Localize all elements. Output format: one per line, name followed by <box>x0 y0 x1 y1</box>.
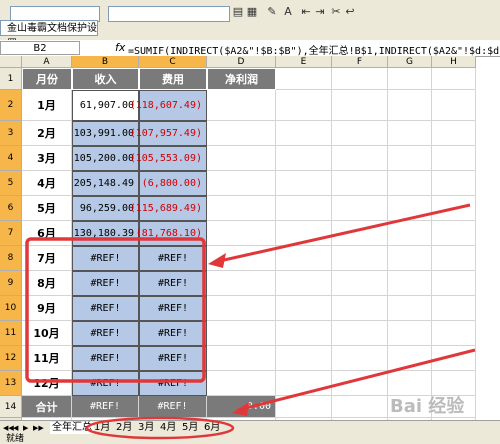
arrow-head-bottom <box>232 402 249 416</box>
arrow-head-top <box>208 253 226 268</box>
arrow-line-top <box>214 203 471 264</box>
annotation-overlay <box>25 203 476 440</box>
arrow-line-bottom <box>237 348 476 412</box>
highlight-box <box>25 237 206 383</box>
tabs-highlight-ellipse <box>85 416 235 440</box>
